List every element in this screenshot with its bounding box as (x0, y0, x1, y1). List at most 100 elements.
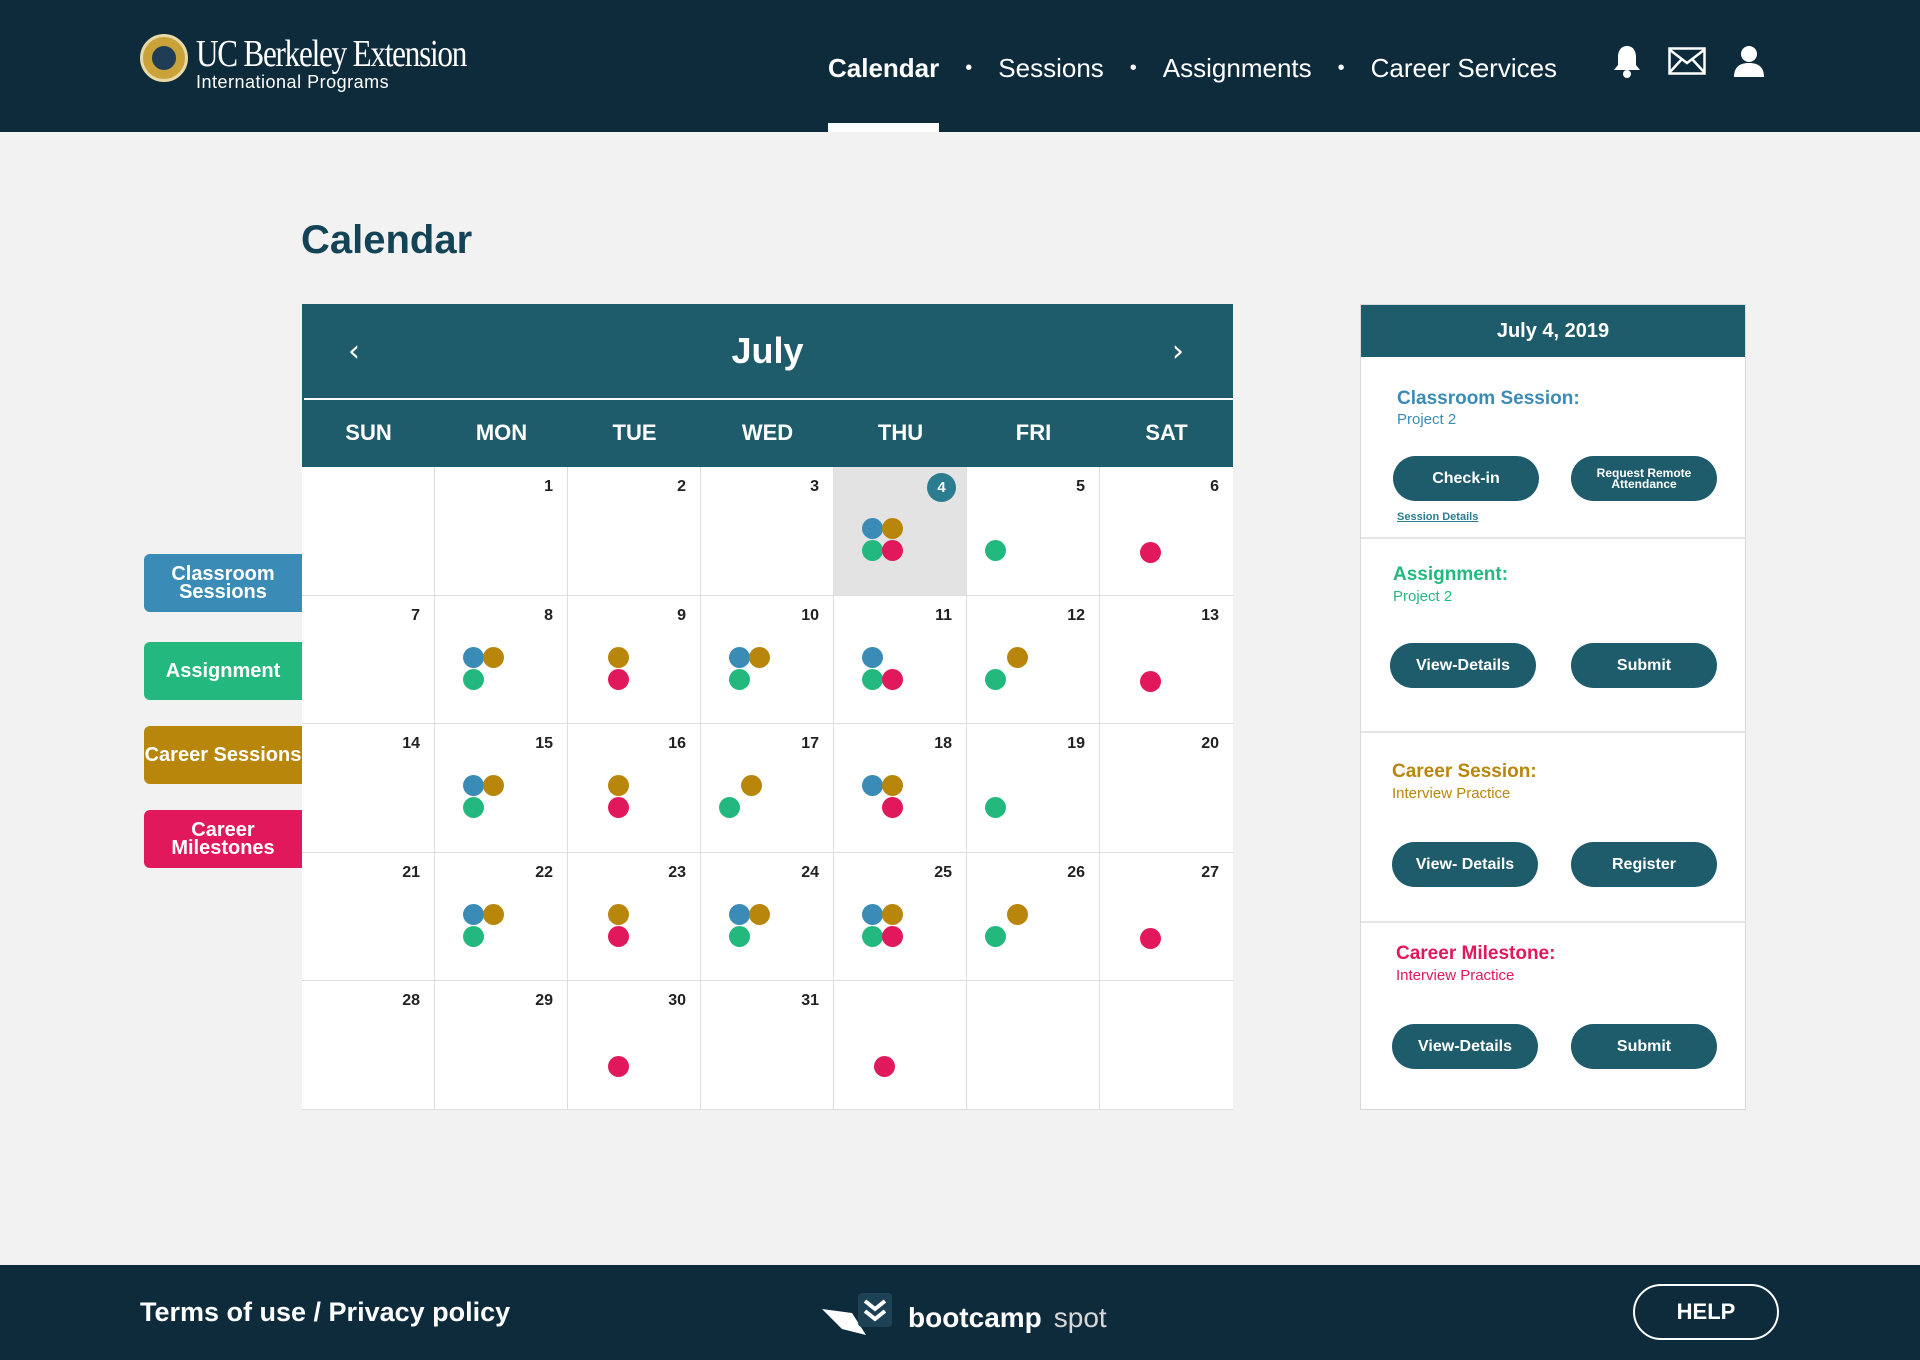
event-dot-classroom[interactable] (463, 903, 484, 925)
event-dot-career[interactable] (749, 646, 770, 668)
event-dot-career[interactable] (1007, 903, 1028, 925)
event-dot-assignment[interactable] (985, 925, 1006, 947)
day-cell-28[interactable]: 28 (302, 981, 435, 1110)
day-cell-15[interactable]: 15 (435, 724, 568, 853)
view-details-button[interactable]: View- Details (1392, 842, 1538, 887)
day-cell-16[interactable]: 16 (568, 724, 701, 853)
day-cell-17[interactable]: 17 (701, 724, 834, 853)
event-dot-career[interactable] (608, 646, 629, 668)
request-remote-attendance-button[interactable]: Request Remote Attendance (1571, 456, 1717, 501)
nav-assignments[interactable]: Assignments (1163, 53, 1312, 84)
day-cell-25[interactable]: 25 (834, 852, 967, 982)
day-cell-4[interactable]: 4 (834, 467, 967, 596)
day-cell-20[interactable]: 20 (1100, 724, 1233, 853)
event-dot-assignment[interactable] (463, 797, 484, 819)
day-cell-21[interactable]: 21 (302, 852, 435, 982)
next-month-icon[interactable]: › (1172, 334, 1184, 369)
event-dot-career[interactable] (882, 518, 903, 539)
day-cell-23[interactable]: 23 (568, 852, 701, 982)
event-dot-milestone[interactable] (882, 668, 903, 690)
event-dot-assignment[interactable] (985, 797, 1006, 819)
event-dot-classroom[interactable] (862, 518, 883, 539)
day-cell-6[interactable]: 6 (1100, 467, 1233, 596)
event-dot-milestone[interactable] (882, 540, 903, 561)
day-cell-7[interactable]: 7 (302, 595, 435, 725)
help-button[interactable]: HELP (1633, 1284, 1779, 1340)
legend-assignment[interactable]: Assignment (144, 642, 302, 700)
day-cell-22[interactable]: 22 (435, 852, 568, 982)
event-dot-assignment[interactable] (862, 668, 883, 690)
day-cell-24[interactable]: 24 (701, 852, 834, 982)
event-dot-assignment[interactable] (729, 668, 750, 690)
day-cell-30[interactable]: 30 (568, 981, 701, 1110)
event-dot-assignment[interactable] (985, 668, 1006, 690)
legend-career-milestones[interactable]: Career Milestones (144, 810, 302, 868)
event-dot-assignment[interactable] (862, 925, 883, 947)
nav-sessions[interactable]: Sessions (998, 53, 1104, 84)
event-dot-assignment[interactable] (862, 540, 883, 561)
event-dot-career[interactable] (483, 775, 504, 797)
event-dot-career[interactable] (608, 775, 629, 797)
event-dot-milestone[interactable] (882, 797, 903, 819)
terms-privacy-link[interactable]: Terms of use / Privacy policy (140, 1297, 510, 1328)
day-cell-29[interactable]: 29 (435, 981, 568, 1110)
day-cell-26[interactable]: 26 (967, 852, 1100, 982)
event-dot-milestone[interactable] (608, 797, 629, 819)
event-dot-assignment[interactable] (719, 797, 740, 819)
day-cell-5[interactable]: 5 (967, 467, 1100, 596)
event-dot-assignment[interactable] (729, 925, 750, 947)
day-cell-9[interactable]: 9 (568, 595, 701, 725)
legend-classroom-sessions[interactable]: Classroom Sessions (144, 554, 302, 612)
event-dot-assignment[interactable] (463, 668, 484, 690)
bell-icon[interactable] (1612, 44, 1642, 83)
day-cell-13[interactable]: 13 (1100, 596, 1233, 725)
submit-button[interactable]: Submit (1571, 643, 1717, 688)
day-cell-11[interactable]: 11 (834, 595, 967, 725)
event-dot-milestone[interactable] (608, 925, 629, 947)
view-details-button[interactable]: View-Details (1390, 643, 1536, 688)
day-cell-19[interactable]: 19 (967, 724, 1100, 853)
day-cell-12[interactable]: 12 (967, 595, 1100, 725)
event-dot-career[interactable] (1007, 646, 1028, 668)
event-dot-classroom[interactable] (729, 646, 750, 668)
event-dot-classroom[interactable] (463, 646, 484, 668)
submit-button[interactable]: Submit (1571, 1024, 1717, 1069)
day-cell-3[interactable]: 3 (701, 467, 834, 596)
nav-calendar[interactable]: Calendar (828, 53, 940, 132)
event-dot-career[interactable] (483, 903, 504, 925)
day-cell-18[interactable]: 18 (834, 724, 967, 853)
legend-career-sessions[interactable]: Career Sessions (144, 726, 302, 784)
event-dot-milestone[interactable] (1140, 542, 1161, 563)
event-dot-milestone[interactable] (608, 668, 629, 690)
event-dot-career[interactable] (608, 903, 629, 925)
event-dot-classroom[interactable] (463, 775, 484, 797)
day-cell-8[interactable]: 8 (435, 595, 568, 725)
day-cell-14[interactable]: 14 (302, 724, 435, 853)
event-dot-career[interactable] (749, 903, 770, 925)
event-dot-classroom[interactable] (862, 903, 883, 925)
session-details-link[interactable]: Session Details (1397, 511, 1478, 523)
event-dot-career[interactable] (483, 646, 504, 668)
mail-icon[interactable] (1668, 47, 1706, 80)
day-cell-1[interactable]: 1 (435, 467, 568, 596)
event-dot-classroom[interactable] (862, 775, 883, 797)
check-in-button[interactable]: Check-in (1393, 456, 1539, 501)
uc-berkeley-logo[interactable]: UC Berkeley Extension International Prog… (140, 34, 525, 92)
day-cell-10[interactable]: 10 (701, 595, 834, 725)
event-dot-assignment[interactable] (463, 925, 484, 947)
event-dot-classroom[interactable] (729, 903, 750, 925)
event-dot-assignment[interactable] (985, 540, 1006, 561)
view-details-button[interactable]: View-Details (1392, 1024, 1538, 1069)
event-dot-milestone[interactable] (882, 925, 903, 947)
event-dot-classroom[interactable] (862, 646, 883, 668)
event-dot-milestone[interactable] (1140, 927, 1161, 949)
event-dot-career[interactable] (882, 775, 903, 797)
day-cell-2[interactable]: 2 (568, 467, 701, 596)
day-cell-27[interactable]: 27 (1100, 853, 1233, 982)
register-button[interactable]: Register (1571, 842, 1717, 887)
nav-career-services[interactable]: Career Services (1371, 53, 1557, 84)
event-dot-milestone[interactable] (1140, 670, 1161, 692)
event-dot-milestone[interactable] (608, 1056, 629, 1078)
user-icon[interactable] (1732, 45, 1766, 82)
event-dot-milestone[interactable] (874, 1056, 895, 1078)
